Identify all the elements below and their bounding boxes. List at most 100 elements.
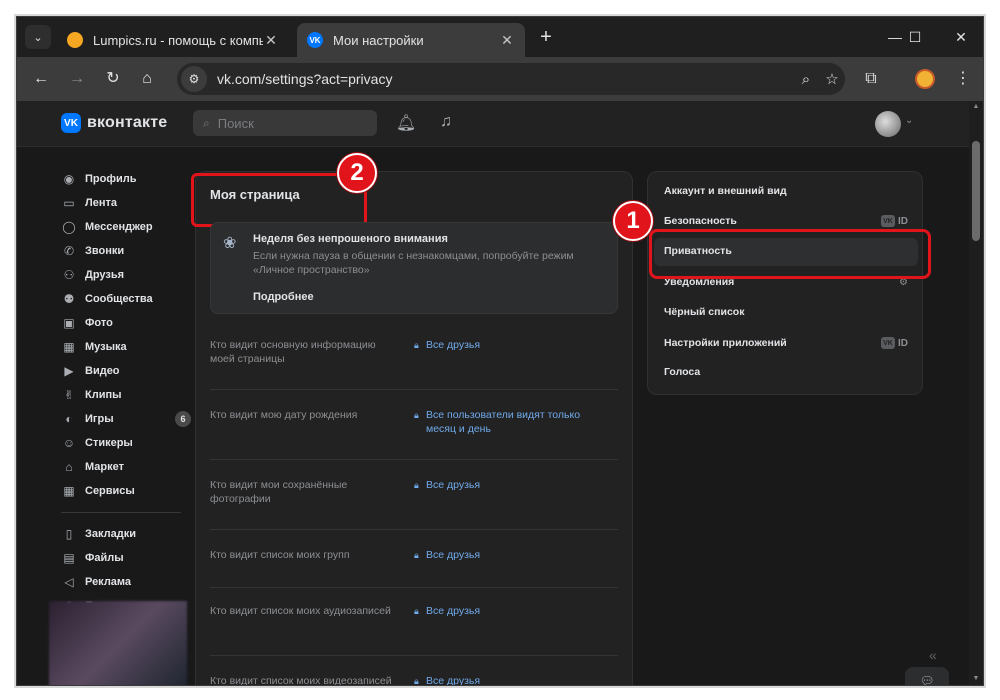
sidebar-item[interactable]: ☺ Стикеры bbox=[61, 431, 191, 455]
lock-icon: 🔒︎ bbox=[414, 550, 419, 560]
settings-menu-item[interactable]: Аккаунт и внешний вид bbox=[664, 178, 908, 204]
phone-icon: ✆ bbox=[63, 244, 75, 258]
lock-icon: 🔒︎ bbox=[414, 676, 419, 686]
vk-search-input[interactable]: ⌕ Поиск bbox=[193, 110, 377, 136]
privacy-value-dropdown[interactable]: 🔒︎ Все друзья bbox=[414, 338, 610, 352]
vk-logo-icon: VK bbox=[61, 113, 81, 133]
tab-search-chevron-icon[interactable]: ⌄ bbox=[25, 25, 51, 49]
sidebar-item-label: Сервисы bbox=[85, 485, 135, 497]
tab-close-icon[interactable]: ✕ bbox=[263, 32, 279, 49]
site-info-icon[interactable]: ⚙ bbox=[181, 66, 207, 92]
browser-toolbar: ← → ↻ ⌂ ⚙ vk.com/settings?act=privacy ⌕ … bbox=[17, 57, 983, 101]
tab-title: Мои настройки bbox=[333, 32, 424, 48]
new-tab-button[interactable]: + bbox=[535, 27, 557, 49]
video-icon: ▶ bbox=[64, 364, 74, 378]
privacy-value-dropdown[interactable]: 🔒︎ Все друзья bbox=[414, 604, 610, 618]
browser-profile-avatar[interactable] bbox=[915, 69, 935, 89]
vk-left-nav: ◉ Профиль ▭ Лента ◯ Мессенджер ✆ Звонки ⚇ Друзья ⚉… bbox=[61, 167, 191, 618]
maximize-button[interactable]: ☐ bbox=[901, 25, 929, 49]
lock-icon: 🔒︎ bbox=[414, 410, 419, 420]
music-icon: ▦ bbox=[63, 340, 75, 354]
privacy-question: Кто видит список моих аудиозаписей bbox=[210, 605, 391, 617]
lock-icon: 🔒︎ bbox=[414, 480, 419, 490]
sidebar-item[interactable]: ⚉ Сообщества bbox=[61, 287, 191, 311]
privacy-value-dropdown[interactable]: 🔒︎ Все друзья bbox=[414, 674, 610, 686]
sidebar-item-label: Стикеры bbox=[85, 437, 133, 449]
vk-id-icon: VK bbox=[881, 337, 895, 349]
chat-bubble-icon[interactable]: 💬︎ bbox=[905, 667, 949, 685]
lock-icon: 🔒︎ bbox=[414, 606, 419, 616]
sidebar-item-label: Сообщества bbox=[85, 293, 153, 305]
extensions-icon[interactable]: ⧉ bbox=[859, 67, 883, 91]
tab-title: Lumpics.ru - помощь с компью bbox=[93, 32, 263, 48]
address-bar[interactable]: ⚙ vk.com/settings?act=privacy ⌕ ☆ bbox=[177, 63, 845, 95]
privacy-value-dropdown[interactable]: 🔒︎ Все пользователи видят только месяц и … bbox=[414, 408, 610, 436]
settings-menu-label: Чёрный список bbox=[664, 306, 745, 318]
sidebar-item[interactable]: ▦ Музыка bbox=[61, 335, 191, 359]
tab-lumpics[interactable]: Lumpics.ru - помощь с компью ✕ bbox=[57, 23, 289, 57]
vk-favicon-icon: VK bbox=[307, 32, 323, 48]
settings-menu-label: Настройки приложений bbox=[664, 337, 787, 349]
sidebar-item-label: Файлы bbox=[85, 552, 124, 564]
vk-header: VK вконтакте ⌕ Поиск 🔔︎ ♫ ⌄ bbox=[17, 101, 983, 147]
collapse-chevrons-icon[interactable]: « bbox=[929, 647, 937, 663]
sidebar-item[interactable]: ◉ Профиль bbox=[61, 167, 191, 191]
privacy-value-text: Все друзья bbox=[426, 549, 481, 561]
vk-logo[interactable]: VK вконтакте bbox=[61, 113, 167, 133]
banner-more-link[interactable]: Подробнее bbox=[253, 291, 314, 303]
sidebar-item[interactable]: ✌ Клипы bbox=[61, 383, 191, 407]
page-scrollbar[interactable]: ▲ ▼ bbox=[969, 101, 983, 685]
sidebar-item[interactable]: ▣ Фото bbox=[61, 311, 191, 335]
settings-menu-item[interactable]: Чёрный список bbox=[664, 299, 908, 325]
notifications-bell-icon[interactable]: 🔔︎ bbox=[395, 113, 417, 135]
browser-menu-icon[interactable]: ⋮ bbox=[951, 67, 975, 91]
banner-text: Если нужна пауза в общении с незнакомцам… bbox=[253, 250, 574, 276]
sidebar-item[interactable]: ◐ Игры 6 bbox=[61, 407, 191, 431]
sidebar-item[interactable]: ⚇ Друзья bbox=[61, 263, 191, 287]
zoom-icon[interactable]: ⌕ bbox=[793, 71, 819, 88]
forward-arrow-icon[interactable]: → bbox=[65, 67, 89, 91]
privacy-row: Кто видит мою дату рождения 🔒︎ Все пользов… bbox=[210, 408, 618, 460]
sidebar-item-label: Звонки bbox=[85, 245, 125, 257]
lotus-icon: ❀ bbox=[223, 235, 237, 252]
profile-icon: ◉ bbox=[63, 172, 75, 186]
clips-icon: ✌ bbox=[63, 388, 75, 402]
tab-vk-settings[interactable]: VK Мои настройки ✕ bbox=[297, 23, 525, 57]
sidebar-item[interactable]: ▤ Файлы bbox=[61, 546, 191, 570]
privacy-value-dropdown[interactable]: 🔒︎ Все друзья bbox=[414, 548, 610, 562]
back-arrow-icon[interactable]: ← bbox=[29, 67, 53, 91]
sidebar-item[interactable]: ◁ Реклама bbox=[61, 570, 191, 594]
vk-id-text: ID bbox=[898, 215, 908, 227]
sidebar-item[interactable]: ▯ Закладки bbox=[61, 522, 191, 546]
scroll-down-icon[interactable]: ▼ bbox=[971, 675, 981, 682]
sidebar-item[interactable]: ✆ Звонки bbox=[61, 239, 191, 263]
privacy-value-dropdown[interactable]: 🔒︎ Все друзья bbox=[414, 478, 610, 492]
scroll-thumb[interactable] bbox=[972, 141, 980, 241]
reload-icon[interactable]: ↻ bbox=[101, 67, 125, 91]
privacy-row: Кто видит основную информацию моей стран… bbox=[210, 338, 618, 390]
chevron-down-icon[interactable]: ⌄ bbox=[905, 115, 913, 126]
sidebar-item[interactable]: ▦ Сервисы bbox=[61, 479, 191, 503]
sidebar-item-label: Лента bbox=[85, 197, 117, 209]
sidebar-item-label: Закладки bbox=[85, 528, 137, 540]
market-icon: ⌂ bbox=[65, 460, 73, 474]
tab-close-icon[interactable]: ✕ bbox=[499, 32, 515, 49]
music-player-icon[interactable]: ♫ bbox=[435, 113, 457, 135]
settings-menu-item[interactable]: Настройки приложений VK ID bbox=[664, 330, 908, 356]
feed-icon: ▭ bbox=[63, 196, 75, 210]
sidebar-item[interactable]: ▶ Видео bbox=[61, 359, 191, 383]
home-icon[interactable]: ⌂ bbox=[135, 67, 159, 91]
privacy-row: Кто видит список моих аудиозаписей 🔒︎ Все … bbox=[210, 604, 618, 656]
settings-menu-item[interactable]: Голоса bbox=[664, 359, 908, 385]
sidebar-item[interactable]: ▭ Лента bbox=[61, 191, 191, 215]
url-text[interactable]: vk.com/settings?act=privacy bbox=[217, 71, 793, 87]
user-avatar[interactable] bbox=[875, 111, 901, 137]
sidebar-item[interactable]: ◯ Мессенджер bbox=[61, 215, 191, 239]
sidebar-item-label: Клипы bbox=[85, 389, 122, 401]
scroll-up-icon[interactable]: ▲ bbox=[971, 103, 981, 110]
close-window-button[interactable]: ✕ bbox=[947, 25, 975, 49]
bookmark-star-icon[interactable]: ☆ bbox=[819, 70, 845, 88]
photo-icon: ▣ bbox=[63, 316, 75, 330]
promo-block[interactable] bbox=[49, 601, 187, 685]
sidebar-item[interactable]: ⌂ Маркет bbox=[61, 455, 191, 479]
